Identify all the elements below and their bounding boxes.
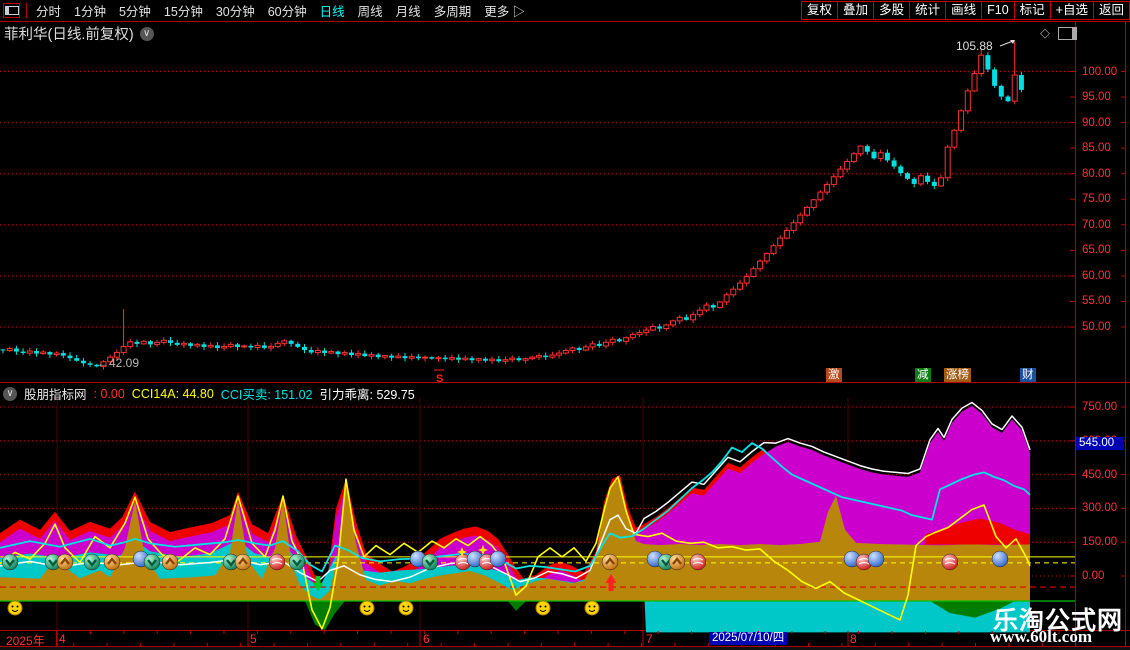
price-tick-label: 100.00	[1082, 65, 1118, 78]
price-tick-label: 50.00	[1082, 321, 1111, 333]
button-multi-stock[interactable]: 多股	[873, 1, 911, 20]
candlestick-series	[0, 41, 1024, 370]
tab-weekly[interactable]: 周线	[358, 1, 383, 20]
indicator-value-yinli: 引力乖离: 529.75	[319, 388, 415, 402]
price-tick-label: 55.00	[1082, 295, 1111, 308]
tab-15min[interactable]: 15分钟	[164, 1, 203, 20]
button-back[interactable]: 返回	[1092, 1, 1130, 20]
tab-60min[interactable]: 60分钟	[268, 1, 307, 20]
indicator-tick-label: 150.00	[1082, 536, 1118, 549]
price-tick-label: 60.00	[1082, 269, 1111, 282]
page-title: 菲利华(日线.前复权)	[4, 27, 134, 43]
price-tick-label: 65.00	[1082, 244, 1111, 257]
price-tick-label: 85.00	[1082, 142, 1111, 155]
chevron-down-icon[interactable]: ∨	[3, 386, 17, 401]
watermark-site-url: www.60lt.com	[990, 627, 1092, 646]
toolbar-right: 复权 叠加 多股 统计 画线 F10 标记 +自选 返回	[801, 1, 1130, 20]
button-f10[interactable]: F10	[981, 1, 1015, 20]
diamond-icon[interactable]: ◇	[1040, 25, 1050, 41]
button-mark[interactable]: 标记	[1013, 1, 1051, 20]
price-tick-label: 95.00	[1082, 91, 1111, 104]
tab-5min[interactable]: 5分钟	[119, 1, 151, 20]
indicator-tick-label: 300.00	[1082, 502, 1118, 515]
button-fuquan[interactable]: 复权	[801, 1, 839, 20]
overlay-tag-激[interactable]: 激	[826, 368, 842, 382]
svg-text:←42.09: ←42.09	[97, 356, 139, 370]
month-label-8: 8	[850, 632, 857, 646]
price-tick-label: 70.00	[1082, 218, 1111, 231]
candle-annotations	[434, 40, 1015, 371]
cursor-date-badge: 2025/07/10/四	[709, 632, 788, 645]
indicator-last-value-badge: 545.00	[1076, 437, 1124, 450]
button-overlay[interactable]: 叠加	[837, 1, 875, 20]
year-label: 2025年	[6, 634, 45, 648]
window-layout-icon[interactable]	[3, 3, 20, 18]
indicator-tick-label: 0.00	[1082, 570, 1105, 582]
app-window: 105.88 ←42.09 S 分时 1分钟 5分钟 15分钟 30分钟 60分钟 …	[0, 0, 1130, 650]
chart-canvas[interactable]: 105.88 ←42.09 S	[0, 0, 1130, 650]
separator	[26, 3, 27, 18]
split-panel-icon[interactable]	[1058, 26, 1077, 40]
month-label-6: 6	[423, 632, 430, 646]
overlay-tag-涨榜[interactable]: 涨榜	[944, 368, 971, 382]
indicator-name[interactable]: 股朋指标网	[24, 384, 87, 403]
tab-multi-period[interactable]: 多周期	[434, 1, 472, 20]
indicator-value-cci14a: CCI14A: 44.80	[131, 386, 214, 401]
svg-text:105.88: 105.88	[956, 39, 993, 53]
button-add-watchlist[interactable]: +自选	[1049, 1, 1094, 20]
button-drawline[interactable]: 画线	[945, 1, 983, 20]
price-tick-label: 75.00	[1082, 193, 1111, 206]
menu-more[interactable]: 更多 ▷	[484, 1, 525, 20]
indicator-value-ccibuy: CCI买卖: 151.02	[220, 388, 313, 402]
tab-daily[interactable]: 日线	[320, 1, 345, 20]
tab-fenshi[interactable]: 分时	[36, 1, 61, 20]
overlay-tag-财[interactable]: 财	[1020, 368, 1036, 382]
overlay-tag-减[interactable]: 减	[915, 368, 931, 382]
month-label-4: 4	[59, 632, 66, 646]
button-statistics[interactable]: 统计	[909, 1, 947, 20]
tab-monthly[interactable]: 月线	[396, 1, 421, 20]
tab-30min[interactable]: 30分钟	[216, 1, 255, 20]
indicator-value-0: : 0.00	[93, 386, 125, 401]
top-menu-bar: 分时 1分钟 5分钟 15分钟 30分钟 60分钟 日线 周线 月线 多周期 更…	[0, 0, 1130, 22]
month-label-5: 5	[250, 632, 257, 646]
price-tick-label: 80.00	[1082, 167, 1111, 180]
tab-1min[interactable]: 1分钟	[74, 1, 106, 20]
indicator-header: ∨ 股朋指标网 : 0.00 CCI14A: 44.80 CCI买卖: 151.…	[3, 384, 415, 403]
price-tick-label: 90.00	[1082, 116, 1111, 129]
chart-corner-icons: ◇	[1040, 25, 1077, 41]
indicator-tick-label: 750.00	[1082, 401, 1118, 414]
chart-title-row: 菲利华(日线.前复权) ∨	[4, 23, 154, 44]
month-label-7: 7	[646, 632, 653, 646]
svg-text:S: S	[436, 373, 443, 385]
chevron-down-icon[interactable]: ∨	[139, 26, 154, 41]
indicator-tick-label: 450.00	[1082, 468, 1118, 481]
